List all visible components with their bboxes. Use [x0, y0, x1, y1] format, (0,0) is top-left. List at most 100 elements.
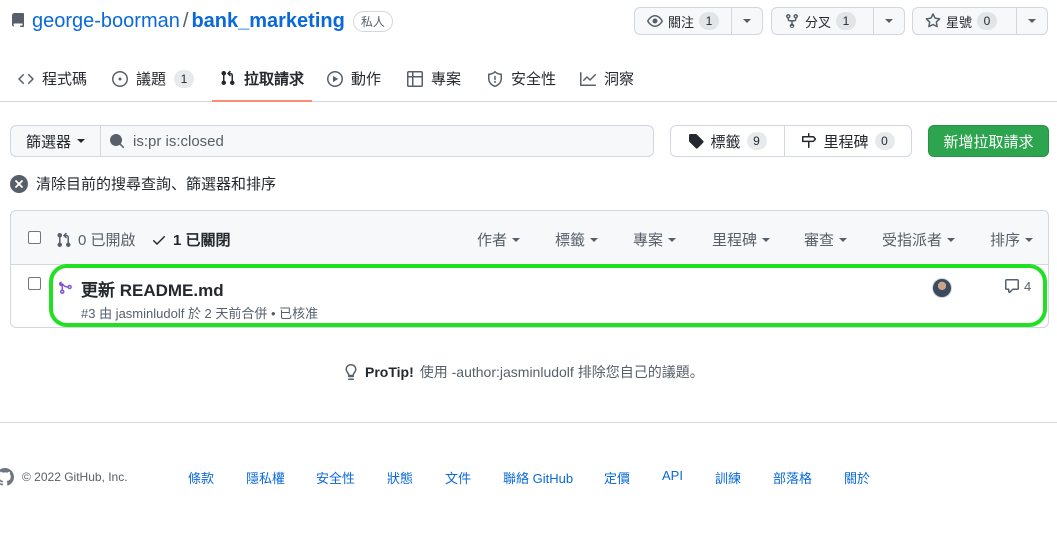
assignee-filter[interactable]: 受指派者 — [882, 229, 956, 250]
comment-icon — [1005, 279, 1019, 293]
filter-label: 里程碑 — [712, 232, 758, 249]
star-button-group: 星號 0 — [912, 7, 1048, 35]
fork-label: 分叉 — [805, 14, 832, 30]
author-filter[interactable]: 作者 — [477, 229, 521, 250]
closed-filter-link[interactable]: 1 已關閉 — [151, 229, 231, 250]
tab-pull-requests[interactable]: 拉取請求 — [212, 56, 313, 102]
chevron-down-icon — [512, 237, 521, 242]
tab-projects[interactable]: 專案 — [407, 56, 461, 101]
search-field[interactable] — [100, 125, 654, 157]
select-all-checkbox[interactable] — [28, 231, 41, 244]
footer-link-api[interactable]: API — [662, 468, 683, 483]
clear-filters-link[interactable]: 清除目前的搜尋查詢、篩選器和排序 — [10, 173, 276, 194]
review-filter[interactable]: 審查 — [804, 229, 848, 250]
avatar[interactable] — [932, 278, 952, 298]
issues-count: 1 — [174, 69, 195, 88]
chevron-down-icon — [590, 237, 599, 242]
chevron-down-icon — [77, 139, 85, 143]
footer-copyright-block: © 2022 GitHub, Inc. — [0, 465, 128, 489]
filter-label: 專案 — [633, 232, 664, 249]
search-input[interactable] — [133, 132, 633, 150]
fork-dropdown-button[interactable] — [874, 8, 904, 34]
star-label: 星號 — [946, 14, 973, 30]
filters-dropdown-button[interactable]: 篩選器 — [10, 125, 101, 157]
fork-icon — [786, 13, 798, 29]
footer-link-privacy[interactable]: 隱私權 — [246, 468, 285, 487]
tab-label: 專案 — [431, 71, 462, 88]
watch-dropdown-button[interactable] — [732, 8, 762, 34]
labels-button[interactable]: 標籤 9 — [670, 125, 785, 157]
comments-link[interactable]: 4 — [1004, 278, 1031, 294]
footer-link-pricing[interactable]: 定價 — [604, 468, 630, 487]
tab-security[interactable]: 安全性 — [487, 56, 556, 101]
row-checkbox[interactable] — [28, 277, 41, 290]
table-icon — [407, 70, 423, 87]
pull-request-title-link[interactable]: 更新 README.md — [81, 276, 224, 301]
footer-link-terms[interactable]: 條款 — [188, 468, 214, 487]
github-logo-icon[interactable] — [0, 465, 14, 489]
star-button[interactable]: 星號 0 — [913, 8, 1017, 34]
protip: ProTip! 使用 -author:jasminludolf 排除您自己的議題… — [343, 362, 704, 382]
pull-request-meta: #3 由 jasminludolf 於 2 天前合併 • 已核准 — [81, 306, 319, 321]
search-icon — [110, 134, 125, 149]
repo-separator: / — [182, 9, 189, 32]
chevron-down-icon — [1025, 237, 1034, 242]
footer-link-docs[interactable]: 文件 — [445, 468, 471, 487]
code-icon — [18, 73, 34, 84]
tab-actions[interactable]: 動作 — [327, 56, 381, 101]
fork-button-group: 分叉 1 — [771, 7, 905, 35]
list-header: 0 已開啟 1 已關閉 作者 標籤 專案 里程碑 審查 受指派者 排序 — [11, 211, 1048, 265]
tab-label: 程式碼 — [42, 71, 88, 88]
pull-request-icon — [57, 232, 71, 247]
eye-icon — [647, 15, 663, 27]
milestones-count: 0 — [874, 132, 895, 150]
footer-link-security[interactable]: 安全性 — [316, 468, 355, 487]
open-filter-link[interactable]: 0 已開啟 — [56, 229, 136, 250]
light-bulb-icon — [345, 364, 357, 380]
star-icon — [925, 13, 941, 28]
sort-filter[interactable]: 排序 — [990, 229, 1034, 250]
milestones-button[interactable]: 里程碑 0 — [784, 125, 912, 157]
chevron-down-icon — [743, 19, 751, 23]
repo-name-link[interactable]: bank_marketing — [191, 10, 344, 33]
fork-button[interactable]: 分叉 1 — [772, 8, 874, 34]
merged-icon — [58, 281, 72, 295]
filter-label: 審查 — [804, 232, 835, 249]
footer-link-about[interactable]: 關於 — [844, 468, 870, 487]
footer-link-blog[interactable]: 部落格 — [773, 468, 812, 487]
protip-text: 使用 -author:jasminludolf 排除您自己的議題。 — [419, 364, 704, 380]
tab-code[interactable]: 程式碼 — [18, 56, 87, 101]
repo-owner-link[interactable]: george-boorman — [32, 10, 180, 33]
filters-label: 篩選器 — [25, 133, 71, 151]
footer-link-contact[interactable]: 聯絡 GitHub — [503, 468, 573, 487]
watch-button[interactable]: 關注 1 — [635, 8, 732, 34]
tab-label: 安全性 — [511, 71, 557, 88]
project-filter[interactable]: 專案 — [633, 229, 677, 250]
watch-count: 1 — [699, 12, 720, 30]
footer-link-training[interactable]: 訓練 — [715, 468, 741, 487]
chevron-down-icon — [885, 19, 893, 23]
issue-icon — [112, 70, 128, 87]
star-dropdown-button[interactable] — [1017, 8, 1047, 34]
tag-icon — [689, 134, 705, 149]
chevron-down-icon — [668, 237, 677, 242]
tab-label: 議題 — [136, 71, 167, 88]
filter-label: 排序 — [990, 232, 1021, 249]
closed-count-text: 1 已關閉 — [173, 232, 231, 249]
check-icon — [153, 235, 165, 245]
filter-label: 標籤 — [555, 232, 586, 249]
pull-request-list: 0 已開啟 1 已關閉 作者 標籤 專案 里程碑 審查 受指派者 排序 更新 R… — [10, 210, 1049, 328]
milestone-filter[interactable]: 里程碑 — [712, 229, 771, 250]
new-pull-request-button[interactable]: 新增拉取請求 — [928, 125, 1049, 157]
tab-label: 拉取請求 — [244, 70, 305, 88]
tab-insights[interactable]: 洞察 — [580, 56, 634, 101]
label-filter[interactable]: 標籤 — [555, 229, 599, 250]
star-count: 0 — [977, 12, 998, 30]
footer-link-status[interactable]: 狀態 — [387, 468, 413, 487]
shield-icon — [488, 70, 502, 87]
tab-label: 洞察 — [604, 71, 635, 88]
visibility-badge: 私人 — [352, 10, 393, 32]
tab-issues[interactable]: 議題 1 — [112, 56, 195, 101]
graph-icon — [580, 71, 596, 86]
open-count-text: 0 已開啟 — [78, 232, 136, 249]
